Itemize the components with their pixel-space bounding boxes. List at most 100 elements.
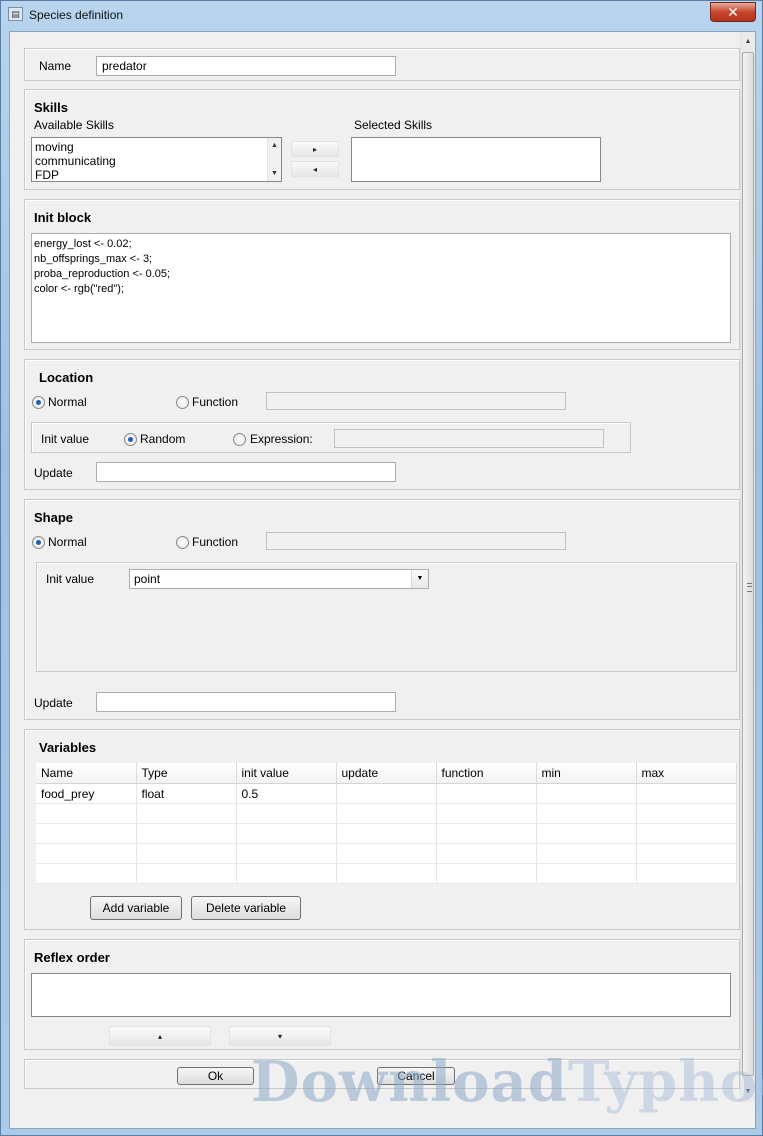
- table-cell[interactable]: [536, 843, 637, 864]
- dialog-window: ▤ Species definition ✕ Name predator Ski…: [0, 0, 763, 1136]
- table-cell[interactable]: [336, 863, 437, 884]
- table-cell[interactable]: [636, 843, 737, 864]
- shape-function-input[interactable]: [266, 532, 566, 550]
- table-cell[interactable]: [236, 823, 337, 844]
- location-expression-radio[interactable]: [233, 433, 246, 446]
- column-header[interactable]: init value: [236, 763, 337, 784]
- column-header[interactable]: function: [436, 763, 537, 784]
- scrollbar-thumb[interactable]: [742, 52, 754, 1076]
- location-function-radio[interactable]: [176, 396, 189, 409]
- column-header[interactable]: max: [636, 763, 737, 784]
- table-row[interactable]: [36, 803, 737, 824]
- selected-skills-list[interactable]: [351, 137, 601, 182]
- table-row[interactable]: [36, 823, 737, 844]
- shape-update-label: Update: [34, 696, 73, 710]
- ok-button[interactable]: Ok: [177, 1067, 254, 1085]
- code-line: proba_reproduction <- 0.05;: [34, 268, 171, 280]
- table-cell[interactable]: [336, 803, 437, 824]
- name-group: Name predator: [24, 48, 740, 81]
- remove-skill-button[interactable]: ◂: [291, 161, 339, 177]
- shape-init-select[interactable]: point ▼: [129, 569, 429, 589]
- location-update-input[interactable]: [96, 462, 396, 482]
- table-cell[interactable]: float: [136, 783, 237, 804]
- move-up-button[interactable]: ▴: [109, 1026, 211, 1046]
- scroll-up-icon[interactable]: ▲: [268, 138, 281, 154]
- code-line: energy_lost <- 0.02;: [34, 238, 132, 250]
- table-cell[interactable]: [36, 823, 137, 844]
- table-cell[interactable]: [536, 863, 637, 884]
- table-cell[interactable]: [36, 863, 137, 884]
- location-update-label: Update: [34, 466, 73, 480]
- table-cell[interactable]: [336, 783, 437, 804]
- move-down-button[interactable]: ▾: [229, 1026, 331, 1046]
- init-block-editor[interactable]: energy_lost <- 0.02; nb_offsprings_max <…: [31, 233, 731, 343]
- list-item[interactable]: moving: [32, 140, 281, 154]
- table-cell[interactable]: [236, 863, 337, 884]
- table-cell[interactable]: [436, 803, 537, 824]
- column-header[interactable]: Type: [136, 763, 237, 784]
- grip-icon: [747, 583, 752, 592]
- shape-function-radio[interactable]: [176, 536, 189, 549]
- title-bar[interactable]: ▤ Species definition ✕: [1, 1, 762, 29]
- column-header[interactable]: update: [336, 763, 437, 784]
- table-cell[interactable]: [436, 863, 537, 884]
- code-line: nb_offsprings_max <- 3;: [34, 253, 153, 265]
- table-cell[interactable]: [136, 823, 237, 844]
- table-cell[interactable]: 0.5: [236, 783, 337, 804]
- scroll-up-icon[interactable]: ▲: [741, 34, 755, 50]
- table-cell[interactable]: [136, 863, 237, 884]
- cancel-button[interactable]: Cancel: [377, 1067, 455, 1085]
- table-cell[interactable]: [536, 783, 637, 804]
- variables-table[interactable]: Name Type init value update function min…: [36, 763, 737, 884]
- table-cell[interactable]: [636, 803, 737, 824]
- list-item[interactable]: communicating: [32, 154, 281, 168]
- table-cell[interactable]: [136, 803, 237, 824]
- reflex-order-list[interactable]: [31, 973, 731, 1017]
- table-cell[interactable]: [536, 823, 637, 844]
- table-cell[interactable]: [636, 823, 737, 844]
- table-cell[interactable]: [436, 783, 537, 804]
- table-row[interactable]: food_prey float 0.5: [36, 783, 737, 804]
- table-cell[interactable]: [436, 843, 537, 864]
- column-header[interactable]: Name: [36, 763, 137, 784]
- location-function-input[interactable]: [266, 392, 566, 410]
- window-title: Species definition: [29, 8, 124, 22]
- table-cell[interactable]: [136, 843, 237, 864]
- scroll-down-icon[interactable]: ▼: [268, 167, 281, 181]
- table-row[interactable]: [36, 863, 737, 884]
- reflex-order-title: Reflex order: [34, 950, 110, 965]
- column-header[interactable]: min: [536, 763, 637, 784]
- location-random-radio[interactable]: [124, 433, 137, 446]
- dialog-client-area: Name predator Skills Available Skills Se…: [9, 31, 756, 1129]
- delete-variable-button[interactable]: Delete variable: [191, 896, 301, 920]
- table-cell[interactable]: food_prey: [36, 783, 137, 804]
- table-cell[interactable]: [436, 823, 537, 844]
- shape-function-label: Function: [192, 535, 239, 549]
- table-cell[interactable]: [36, 803, 137, 824]
- table-row[interactable]: [36, 843, 737, 864]
- vertical-scrollbar[interactable]: ▲ ▼: [740, 32, 755, 1102]
- location-expression-input[interactable]: [334, 429, 604, 448]
- close-button[interactable]: ✕: [710, 2, 756, 22]
- location-normal-radio[interactable]: [32, 396, 45, 409]
- list-scrollbar[interactable]: ▲ ▼: [267, 138, 281, 181]
- add-variable-button[interactable]: Add variable: [90, 896, 182, 920]
- scroll-down-icon[interactable]: ▼: [741, 1084, 755, 1100]
- table-cell[interactable]: [236, 843, 337, 864]
- shape-update-input[interactable]: [96, 692, 396, 712]
- table-cell[interactable]: [536, 803, 637, 824]
- add-skill-button[interactable]: ▸: [291, 141, 339, 157]
- available-skills-list[interactable]: moving communicating FDP ▲ ▼: [31, 137, 282, 182]
- location-normal-label: Normal: [48, 395, 87, 409]
- table-cell[interactable]: [636, 863, 737, 884]
- list-item[interactable]: FDP: [32, 168, 281, 181]
- table-cell[interactable]: [336, 843, 437, 864]
- table-cell[interactable]: [336, 823, 437, 844]
- table-cell[interactable]: [36, 843, 137, 864]
- variables-group: Variables Name Type init value update fu…: [24, 729, 740, 930]
- table-cell[interactable]: [636, 783, 737, 804]
- table-cell[interactable]: [236, 803, 337, 824]
- chevron-down-icon[interactable]: ▼: [411, 570, 428, 588]
- shape-normal-radio[interactable]: [32, 536, 45, 549]
- name-input[interactable]: predator: [96, 56, 396, 76]
